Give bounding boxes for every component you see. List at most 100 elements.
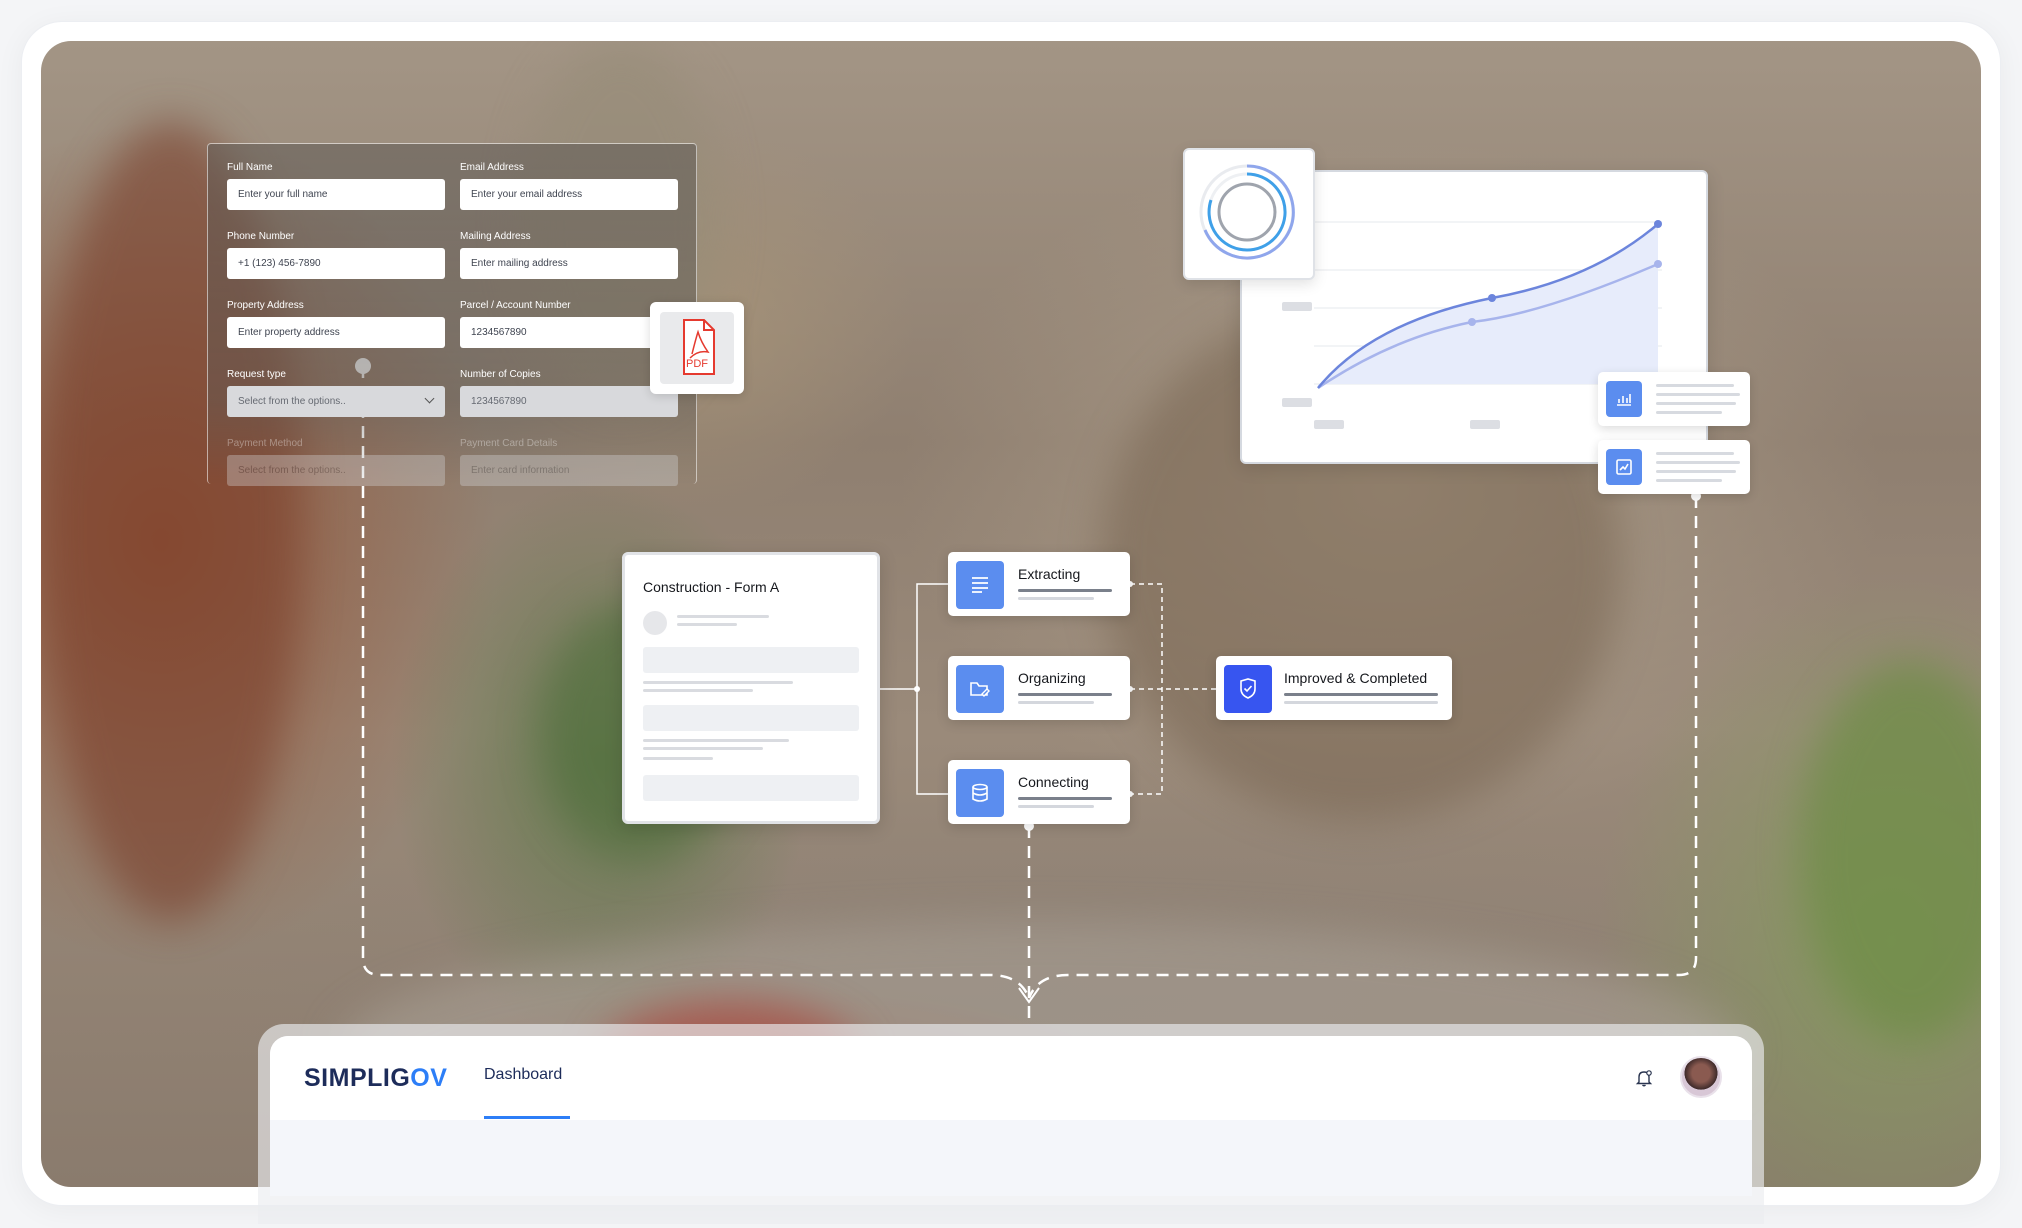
folder-edit-icon <box>956 665 1004 713</box>
active-tab-indicator <box>484 1116 570 1119</box>
copies-field: Number of Copies 1234567890 <box>460 369 678 417</box>
property-placeholder: Enter property address <box>238 327 340 338</box>
payment-card-label: Payment Card Details <box>460 438 558 449</box>
step-line <box>1018 589 1112 592</box>
user-avatar[interactable] <box>1680 1056 1722 1098</box>
dashboard-window: SIMPLIGOV Dashboard <box>270 1036 1752 1196</box>
database-icon <box>956 769 1004 817</box>
step-line <box>1284 693 1438 696</box>
shield-check-icon <box>1224 665 1272 713</box>
pdf-label: PDF <box>686 358 708 370</box>
mailing-field: Mailing Address Enter mailing address <box>460 231 678 279</box>
property-field: Property Address Enter property address <box>227 300 445 348</box>
email-input[interactable]: Enter your email address <box>460 179 678 210</box>
avatar <box>643 611 667 635</box>
logo-accent-text: OV <box>410 1064 448 1092</box>
phone-field: Phone Number +1 (123) 456-7890 <box>227 231 445 279</box>
document-line <box>643 757 713 760</box>
bar-chart-icon <box>1606 381 1642 417</box>
metric-line <box>1656 402 1736 405</box>
tab-dashboard[interactable]: Dashboard <box>484 1066 562 1084</box>
request-type-label: Request type <box>227 369 286 380</box>
payment-method-select[interactable]: Select from the options.. <box>227 455 445 486</box>
step-line <box>1284 701 1438 704</box>
property-label: Property Address <box>227 300 304 311</box>
metric-line <box>1656 470 1736 473</box>
copies-input[interactable]: 1234567890 <box>460 386 678 417</box>
document-line <box>643 747 763 750</box>
trend-chart-icon <box>1606 449 1642 485</box>
brand-logo[interactable]: SIMPLIGOV <box>304 1064 447 1093</box>
payment-method-label: Payment Method <box>227 438 303 449</box>
document-card[interactable]: Construction - Form A <box>622 552 880 824</box>
text-lines-icon <box>956 561 1004 609</box>
step-organizing: Organizing <box>948 656 1130 720</box>
metric-card-trend <box>1598 440 1750 494</box>
step-line <box>1018 805 1094 808</box>
document-line <box>677 615 769 618</box>
step-organizing-label: Organizing <box>1018 670 1086 686</box>
metric-line <box>1656 452 1734 455</box>
full-name-label: Full Name <box>227 162 273 173</box>
step-line <box>1018 597 1094 600</box>
progress-ring-icon <box>1199 164 1295 260</box>
document-title: Construction - Form A <box>643 579 780 595</box>
parcel-label: Parcel / Account Number <box>460 300 571 311</box>
metric-line <box>1656 479 1722 482</box>
step-extracting-label: Extracting <box>1018 566 1081 582</box>
request-form: Full Name Enter your full name Email Add… <box>207 143 697 486</box>
document-line <box>643 689 753 692</box>
copies-value: 1234567890 <box>471 396 527 407</box>
phone-input[interactable]: +1 (123) 456-7890 <box>227 248 445 279</box>
chevron-down-icon <box>424 393 435 404</box>
document-line <box>677 623 737 626</box>
metric-line <box>1656 393 1740 396</box>
step-line <box>1018 701 1094 704</box>
full-name-field: Full Name Enter your full name <box>227 162 445 210</box>
parcel-input[interactable]: 1234567890 <box>460 317 678 348</box>
metric-line <box>1656 411 1722 414</box>
metric-line <box>1656 384 1734 387</box>
document-line <box>643 681 793 684</box>
full-name-input[interactable]: Enter your full name <box>227 179 445 210</box>
progress-ring-card <box>1183 148 1315 280</box>
phone-label: Phone Number <box>227 231 295 242</box>
metric-line <box>1656 461 1740 464</box>
email-label: Email Address <box>460 162 524 173</box>
step-extracting: Extracting <box>948 552 1130 616</box>
copies-label: Number of Copies <box>460 369 541 380</box>
mailing-placeholder: Enter mailing address <box>471 258 568 269</box>
request-type-field: Request type Select from the options.. <box>227 369 445 417</box>
step-completed: Improved & Completed <box>1216 656 1452 720</box>
notification-bell-icon[interactable] <box>1634 1068 1654 1088</box>
phone-value: +1 (123) 456-7890 <box>238 258 321 269</box>
pdf-file-card: PDF <box>650 302 744 394</box>
property-input[interactable]: Enter property address <box>227 317 445 348</box>
document-block <box>643 775 859 801</box>
step-connecting-label: Connecting <box>1018 774 1089 790</box>
document-block <box>643 647 859 673</box>
full-name-placeholder: Enter your full name <box>238 189 328 200</box>
mailing-label: Mailing Address <box>460 231 531 242</box>
request-type-select[interactable]: Select from the options.. <box>227 386 445 417</box>
payment-card-value: Enter card information <box>471 465 570 476</box>
step-line <box>1018 693 1112 696</box>
payment-card-input[interactable]: Enter card information <box>460 455 678 486</box>
parcel-value: 1234567890 <box>471 327 527 338</box>
payment-card-field: Payment Card Details Enter card informat… <box>460 438 678 486</box>
document-line <box>643 739 789 742</box>
dashboard-header: SIMPLIGOV Dashboard <box>270 1036 1752 1120</box>
step-completed-label: Improved & Completed <box>1284 670 1428 686</box>
metric-card-bars <box>1598 372 1750 426</box>
pdf-icon: PDF <box>660 312 734 384</box>
email-placeholder: Enter your email address <box>471 189 583 200</box>
document-block <box>643 705 859 731</box>
logo-main-text: SIMPLIG <box>304 1064 411 1092</box>
parcel-field: Parcel / Account Number 1234567890 <box>460 300 678 348</box>
step-line <box>1018 797 1112 800</box>
payment-method-value: Select from the options.. <box>238 465 346 476</box>
mailing-input[interactable]: Enter mailing address <box>460 248 678 279</box>
email-field: Email Address Enter your email address <box>460 162 678 210</box>
step-connecting: Connecting <box>948 760 1130 824</box>
request-type-value: Select from the options.. <box>238 396 346 407</box>
